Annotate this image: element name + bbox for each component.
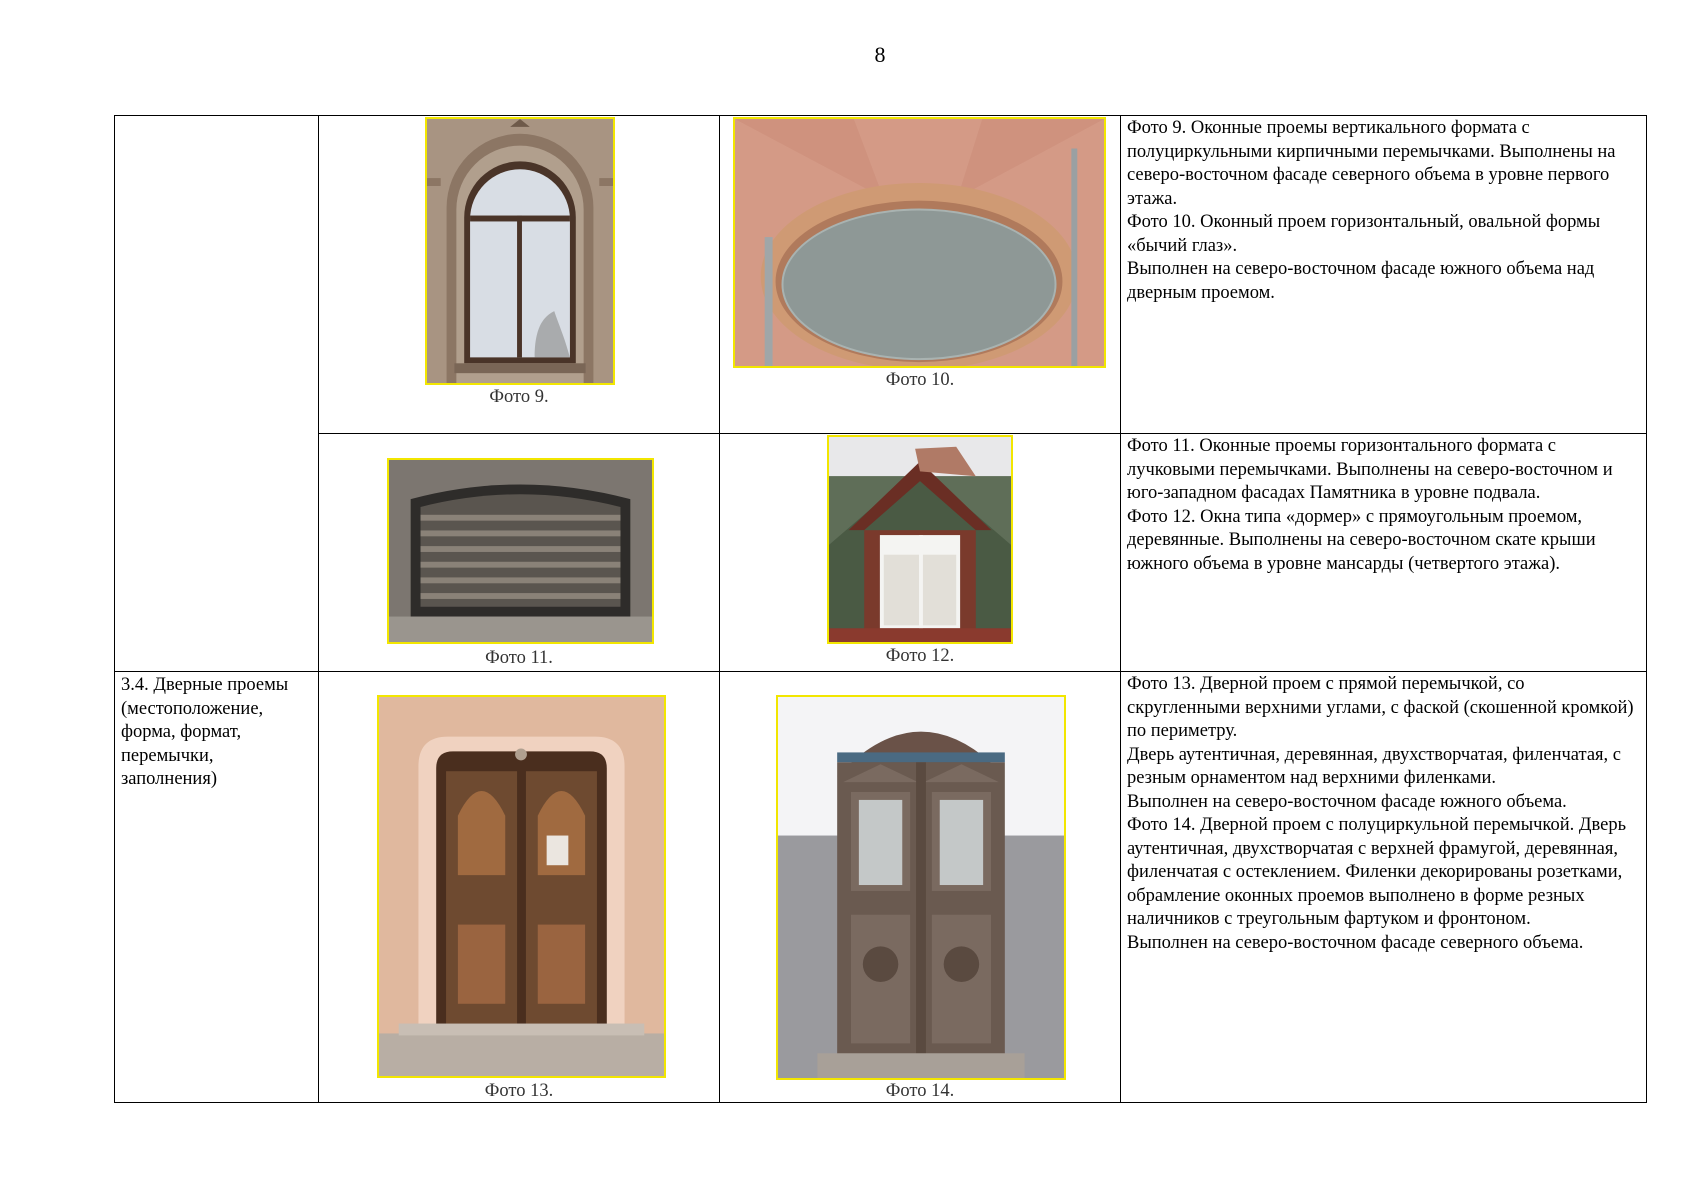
- photo-cell: Фото 13.: [318, 671, 720, 1103]
- description-cell: Фото 13. Дверной проем с прямой перемычк…: [1120, 671, 1647, 1103]
- photo-13-wooden-door: [377, 695, 666, 1078]
- photo-14-arched-door: [776, 695, 1066, 1080]
- photo-cell: Фото 11.: [318, 433, 720, 672]
- photo-caption: Фото 9.: [489, 387, 549, 407]
- table-row: Фото 9. Фото 10. Фото 9. Оконные проемы …: [114, 115, 1647, 672]
- photo-caption: Фото 11.: [485, 648, 553, 668]
- document-table: Фото 9. Фото 10. Фото 9. Оконные проемы …: [114, 115, 1647, 1103]
- photo-caption: Фото 10.: [885, 370, 955, 390]
- photo-caption: Фото 14.: [885, 1081, 955, 1101]
- table-row: Фото 11. Фото 12. Фото 11. Оконные проем…: [115, 433, 1647, 672]
- description: Фото 13. Дверной проем с прямой перемычк…: [1127, 674, 1634, 953]
- description-cell: Фото 9. Оконные проемы вертикального фор…: [1120, 115, 1647, 434]
- section-label: [115, 116, 318, 120]
- photo-caption: Фото 12.: [885, 646, 955, 666]
- photo-11-basement-window: [387, 458, 654, 644]
- page-number: 8: [874, 42, 886, 67]
- section-label-cell: [114, 115, 319, 672]
- photo-10-oval-window: [733, 117, 1106, 368]
- section-label: 3.4. Дверные проемы (местоположение, фор…: [121, 675, 289, 789]
- section-label-cell: 3.4. Дверные проемы (местоположение, фор…: [114, 671, 319, 1103]
- photo-12-dormer-window: [827, 435, 1013, 644]
- table-row: 3.4. Дверные проемы (местоположение, фор…: [114, 671, 1647, 1103]
- photo-caption: Фото 13.: [484, 1081, 554, 1101]
- description-cell: Фото 11. Оконные проемы горизонтального …: [1120, 433, 1647, 672]
- photo-9-arched-window: [425, 117, 615, 385]
- photo-cell: Фото 10.: [719, 115, 1121, 434]
- description: Фото 9. Оконные проемы вертикального фор…: [1127, 118, 1616, 303]
- photo-cell: Фото 14.: [719, 671, 1121, 1103]
- description: Фото 11. Оконные проемы горизонтального …: [1127, 436, 1613, 574]
- photo-cell: Фото 9.: [318, 115, 720, 434]
- photo-cell: Фото 12.: [719, 433, 1121, 672]
